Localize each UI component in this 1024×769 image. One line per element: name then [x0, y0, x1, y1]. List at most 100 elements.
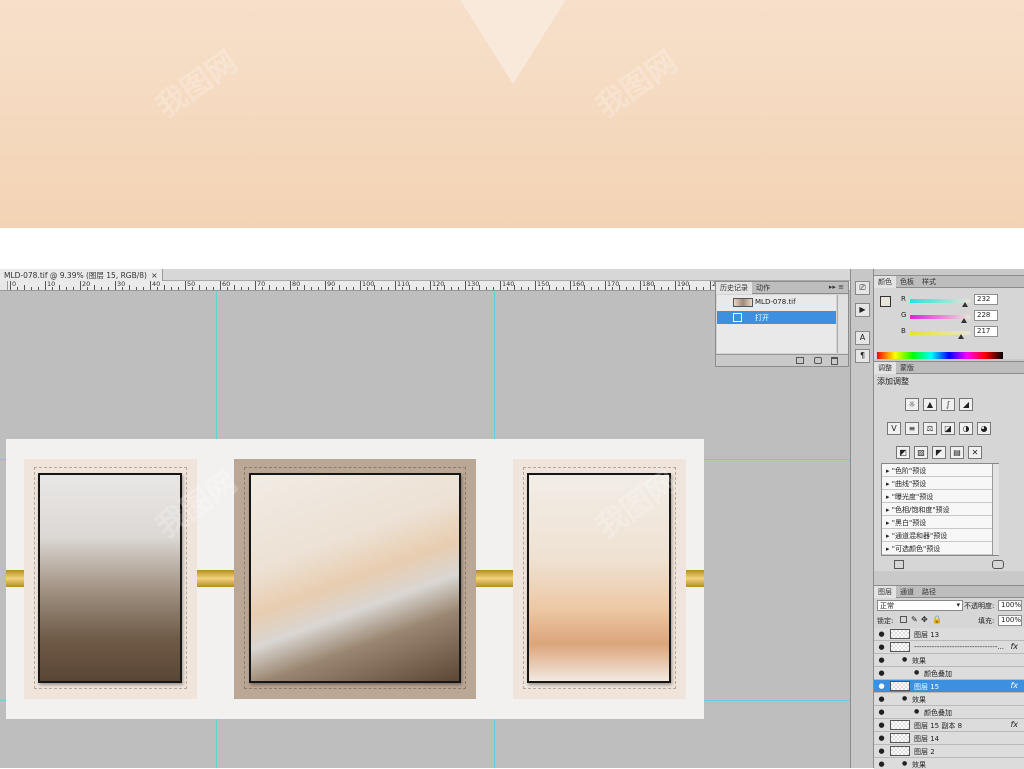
eye-icon[interactable]: ● [877, 682, 886, 691]
effect-visibility-icon[interactable]: ● [914, 708, 919, 715]
eye-icon[interactable]: ● [877, 630, 886, 639]
layer-effects-icon[interactable]: fx [1010, 720, 1018, 729]
trash-icon[interactable] [831, 357, 838, 365]
close-icon[interactable]: × [151, 271, 158, 280]
preset-item[interactable]: ▸ "可选颜色"预设 [882, 542, 998, 555]
adjustments-panel[interactable]: 调整 蒙版 添加调整 ☼ ▲ ∫ ◢ V ≡ ⚖ ◪ ◑ ◕ ◩ ▨ ◤ ▤ ✕… [874, 361, 1024, 571]
preset-item[interactable]: ▸ "黑白"预设 [882, 516, 998, 529]
effect-visibility-icon[interactable]: ● [902, 695, 907, 702]
levels-icon[interactable]: ▲ [923, 398, 937, 411]
preset-item[interactable]: ▸ "曲线"预设 [882, 477, 998, 490]
lock-transparent-icon[interactable] [900, 616, 907, 623]
layer-name[interactable]: 效果 [912, 695, 926, 705]
layer-name[interactable]: 图层 2 [914, 747, 935, 757]
effect-visibility-icon[interactable]: ● [902, 760, 907, 767]
frame-center[interactable] [234, 459, 476, 699]
eye-icon[interactable]: ● [877, 695, 886, 704]
gradient-map-icon[interactable]: ▤ [950, 446, 964, 459]
slider-handle-icon[interactable] [960, 318, 967, 323]
layer-name[interactable]: ---------------------------------... [914, 643, 1004, 651]
layer-row[interactable]: ● 图层 15 fx [874, 680, 1024, 693]
history-snapshot[interactable]: MLD-078.tif [717, 296, 836, 309]
panel-menu-icon[interactable]: ▸▸ ≡ [825, 282, 848, 294]
history-panel-icon[interactable]: ⎚ [855, 281, 870, 295]
layer-row[interactable]: ● ● 效果 [874, 758, 1024, 769]
camera-icon[interactable] [814, 357, 822, 364]
tab-color[interactable]: 颜色 [874, 276, 896, 288]
color-panel[interactable]: 颜色 色板 样式 R 232 G 228 B 217 [874, 275, 1024, 359]
eye-icon[interactable]: ● [877, 656, 886, 665]
layer-name[interactable]: 效果 [912, 656, 926, 666]
tab-layers[interactable]: 图层 [874, 586, 896, 598]
adjustment-presets-list[interactable]: ▸ "色阶"预设 ▸ "曲线"预设 ▸ "曝光度"预设 ▸ "色相/饱和度"预设 ▸ "… [881, 463, 999, 556]
ruler-origin[interactable] [0, 281, 8, 291]
layer-list[interactable]: ● 图层 13 ● ---------------------------------… [874, 628, 1024, 769]
tab-styles[interactable]: 样式 [918, 276, 940, 288]
history-step-open[interactable]: 打开 [717, 311, 836, 324]
layer-name[interactable]: 图层 14 [914, 734, 939, 744]
effect-visibility-icon[interactable]: ● [914, 669, 919, 676]
layer-row[interactable]: ● 图层 15 副本 8 fx [874, 719, 1024, 732]
threshold-icon[interactable]: ◤ [932, 446, 946, 459]
eye-icon[interactable]: ● [877, 643, 886, 652]
layer-row[interactable]: ● 图层 2 [874, 745, 1024, 758]
fill-field[interactable]: 100% [998, 615, 1022, 626]
channel-value-field[interactable]: 228 [974, 310, 998, 321]
posterize-icon[interactable]: ▨ [914, 446, 928, 459]
document-canvas[interactable] [6, 439, 704, 719]
tab-channels[interactable]: 通道 [896, 586, 918, 598]
channel-value-field[interactable]: 232 [974, 294, 998, 305]
invert-icon[interactable]: ◩ [896, 446, 910, 459]
opacity-field[interactable]: 100% [998, 600, 1022, 611]
layer-name[interactable]: 颜色叠加 [924, 708, 952, 718]
presets-scrollbar[interactable] [992, 464, 999, 555]
curves-icon[interactable]: ∫ [941, 398, 955, 411]
blend-mode-select[interactable]: 正常 ▾ [877, 600, 963, 611]
clip-to-layer-icon[interactable] [894, 560, 904, 569]
effect-visibility-icon[interactable]: ● [902, 656, 907, 663]
selective-color-icon[interactable]: ✕ [968, 446, 982, 459]
layer-name[interactable]: 图层 15 [914, 682, 939, 692]
eye-icon[interactable]: ● [877, 747, 886, 756]
layer-row[interactable]: ● ---------------------------------... fx [874, 641, 1024, 654]
layer-effects-icon[interactable]: fx [1010, 681, 1018, 690]
document-tab[interactable]: MLD-078.tif @ 9.39% (图层 15, RGB/8) × [0, 269, 163, 281]
eye-icon[interactable]: ● [877, 721, 886, 730]
vibrance-icon[interactable]: V [887, 422, 901, 435]
layer-name[interactable]: 图层 15 副本 8 [914, 721, 962, 731]
brightness-icon[interactable]: ☼ [905, 398, 919, 411]
tab-paths[interactable]: 路径 [918, 586, 940, 598]
layer-row[interactable]: ● 图层 13 [874, 628, 1024, 641]
paragraph-panel-icon[interactable]: ¶ [855, 349, 870, 363]
layer-row[interactable]: ● 图层 14 [874, 732, 1024, 745]
eye-icon[interactable]: ● [877, 708, 886, 717]
color-balance-icon[interactable]: ⚖ [923, 422, 937, 435]
layer-row[interactable]: ● ● 颜色叠加 [874, 706, 1024, 719]
slider-handle-icon[interactable] [961, 302, 968, 307]
adjustment-footer-icon[interactable] [992, 560, 1004, 569]
foreground-color-swatch[interactable] [880, 296, 891, 307]
preset-item[interactable]: ▸ "曝光度"预设 [882, 490, 998, 503]
black-white-icon[interactable]: ◪ [941, 422, 955, 435]
layer-row[interactable]: ● ● 效果 [874, 693, 1024, 706]
layer-name[interactable]: 图层 13 [914, 630, 939, 640]
history-scrollbar[interactable] [837, 295, 848, 353]
channel-mixer-icon[interactable]: ◕ [977, 422, 991, 435]
preset-item[interactable]: ▸ "色相/饱和度"预设 [882, 503, 998, 516]
eye-icon[interactable]: ● [877, 669, 886, 678]
preset-item[interactable]: ▸ "色阶"预设 [882, 464, 998, 477]
preset-item[interactable]: ▸ "通道混和器"预设 [882, 529, 998, 542]
color-spectrum-bar[interactable] [877, 352, 1003, 359]
tab-history[interactable]: 历史记录 [716, 282, 752, 294]
layer-row[interactable]: ● ● 效果 [874, 654, 1024, 667]
tab-swatches[interactable]: 色板 [896, 276, 918, 288]
layers-panel[interactable]: 图层 通道 路径 正常 ▾ 不透明度: 100% 锁定: ✎ ✥ 🔒 填充: 1… [874, 585, 1024, 769]
exposure-icon[interactable]: ◢ [959, 398, 973, 411]
lock-all-icon[interactable]: 🔒 [932, 615, 942, 624]
character-panel-icon[interactable]: A [855, 331, 870, 345]
tab-masks[interactable]: 蒙版 [896, 362, 918, 374]
layer-row[interactable]: ● ● 颜色叠加 [874, 667, 1024, 680]
new-document-icon[interactable] [796, 357, 804, 364]
layer-effects-icon[interactable]: fx [1010, 642, 1018, 651]
tab-adjustments[interactable]: 调整 [874, 362, 896, 374]
